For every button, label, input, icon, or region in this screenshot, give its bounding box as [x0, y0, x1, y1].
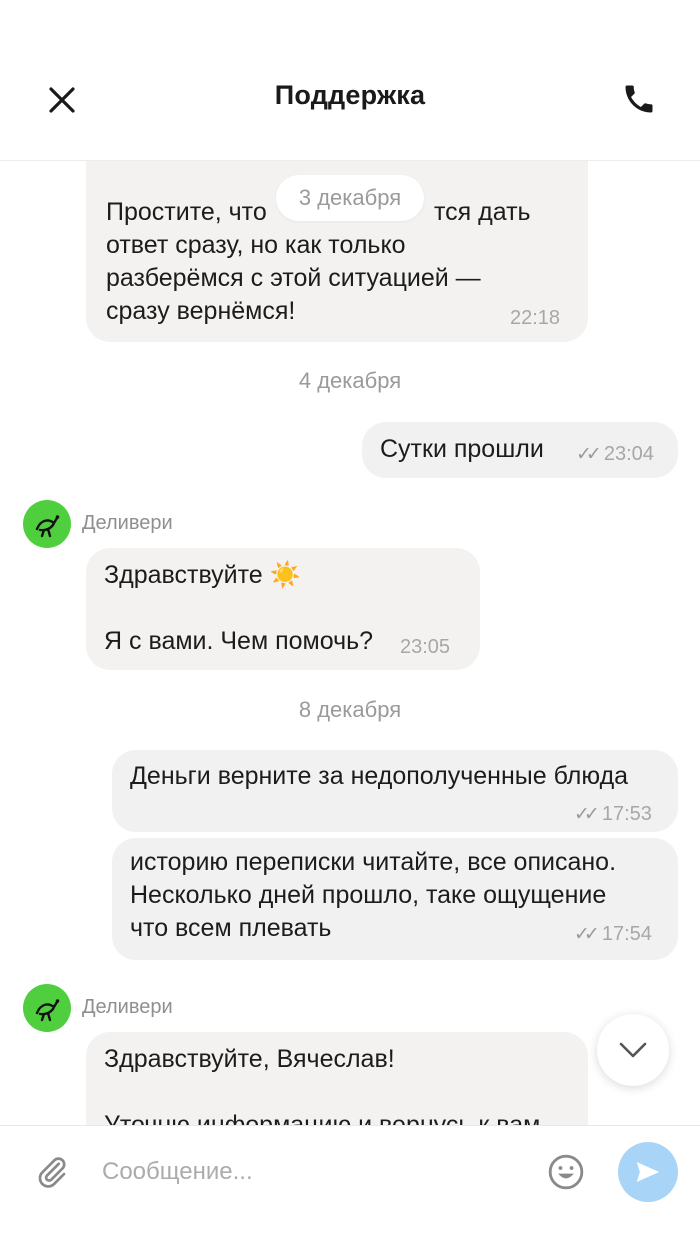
- phone-icon: [625, 85, 653, 113]
- message-line: Простите, что: [106, 198, 267, 226]
- chevron-down-icon: [619, 1042, 647, 1058]
- attach-button[interactable]: [30, 1150, 74, 1194]
- message-bubble-incoming: Здравствуйте, Вячеслав! Уточню информаци…: [86, 1032, 588, 1125]
- message-bubble-outgoing: Сутки прошли ✓✓ 23:04: [362, 422, 678, 478]
- emoji-button[interactable]: [544, 1150, 588, 1194]
- send-arrow-icon: [636, 1162, 660, 1182]
- send-button[interactable]: [618, 1142, 678, 1202]
- message-text: Сутки прошли: [380, 435, 544, 463]
- message-bubble-outgoing: Деньги верните за недополученные блюда ✓…: [112, 750, 678, 832]
- read-receipt-icon: ✓✓: [576, 444, 602, 465]
- paperclip-icon: [38, 1157, 66, 1188]
- message-text: Деньги верните за недополученные блюда: [130, 762, 629, 790]
- message-time: ✓✓ 17:53: [574, 803, 652, 825]
- message-time: ✓✓ 17:54: [574, 923, 652, 945]
- message-bubble-outgoing: историю переписки читайте, все описано. …: [112, 838, 678, 960]
- message-line: Здравствуйте, Вячеслав!: [104, 1045, 395, 1073]
- message-time: ✓✓ 23:04: [576, 443, 654, 465]
- avatar[interactable]: [23, 984, 71, 1032]
- page-title: Поддержка: [274, 80, 426, 110]
- message-input[interactable]: [100, 1148, 524, 1196]
- date-separator: 4 декабря: [298, 368, 402, 393]
- ostrich-logo-icon: [35, 999, 60, 1022]
- message-line: историю переписки читайте, все описано.: [130, 848, 617, 876]
- floating-date-chip: 3 декабря: [276, 175, 424, 221]
- read-receipt-icon: ✓✓: [574, 804, 600, 825]
- smiley-icon: [548, 1154, 584, 1190]
- message-time: 23:05: [400, 636, 451, 658]
- message-list[interactable]: Простите, что тся дать ответ сразу, но к…: [0, 160, 700, 1125]
- message-line: тся дать: [434, 198, 531, 226]
- message-bubble-incoming: Здравствуйте ☀️ Я с вами. Чем помочь? 23…: [86, 548, 480, 670]
- message-line: сразу вернёмся!: [106, 297, 296, 325]
- chat-header: Поддержка: [0, 0, 700, 161]
- message-line: что всем плевать: [130, 914, 332, 942]
- message-line: Несколько дней прошло, таке ощущение: [130, 881, 607, 909]
- message-time: 22:18: [510, 307, 561, 329]
- message-line: Я с вами. Чем помочь?: [104, 627, 374, 655]
- message-line: Уточню информацию и вернусь к вам: [104, 1111, 541, 1125]
- message-composer: [0, 1125, 700, 1247]
- message-line: Здравствуйте ☀️: [104, 561, 301, 589]
- read-receipt-icon: ✓✓: [574, 924, 600, 945]
- sender-name: Деливери: [82, 996, 173, 1018]
- message-line: разберёмся с этой ситуацией —: [106, 264, 481, 292]
- date-separator: 8 декабря: [298, 697, 402, 722]
- sender-name: Деливери: [82, 512, 173, 534]
- ostrich-logo-icon: [35, 515, 60, 538]
- call-button[interactable]: [614, 74, 664, 124]
- message-line: ответ сразу, но как только: [106, 231, 406, 259]
- scroll-to-bottom-button[interactable]: [597, 1014, 669, 1086]
- avatar[interactable]: [23, 500, 71, 548]
